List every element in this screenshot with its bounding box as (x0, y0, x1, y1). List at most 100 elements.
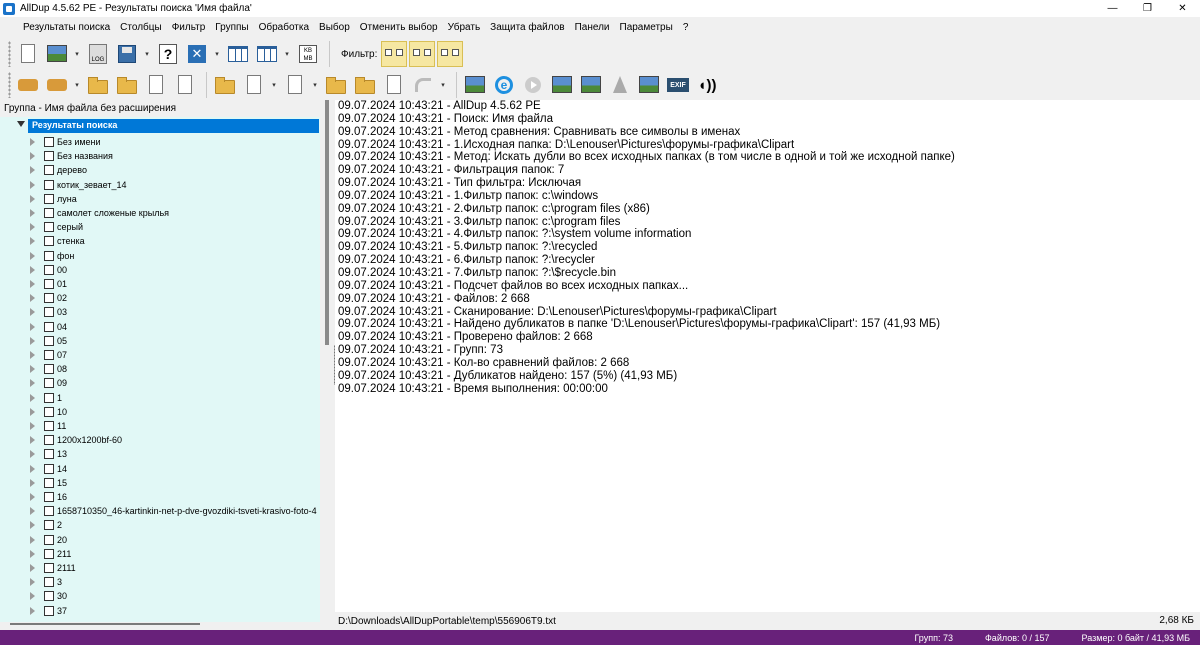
tree-item[interactable]: 13 (30, 447, 67, 461)
tree-item-checkbox[interactable] (44, 137, 54, 147)
tree-item-checkbox[interactable] (44, 193, 54, 204)
expand-icon[interactable] (30, 223, 35, 232)
select-dropdown[interactable]: ▾ (270, 72, 278, 98)
menu-panels[interactable]: Панели (570, 22, 615, 33)
menu-processing[interactable]: Обработка (254, 22, 314, 33)
help-button[interactable]: ? (155, 41, 181, 67)
log-button[interactable]: LOG (85, 41, 111, 67)
tree-item-checkbox[interactable] (44, 605, 54, 616)
save-button[interactable] (114, 41, 140, 67)
tree-item[interactable]: Без имени (30, 135, 101, 149)
tree-item-checkbox[interactable] (44, 165, 54, 176)
tree-item[interactable]: 08 (30, 362, 67, 376)
expand-icon[interactable] (30, 436, 35, 445)
download-button[interactable] (172, 72, 198, 98)
expand-icon[interactable] (30, 194, 35, 203)
tree-item[interactable]: 30 (30, 589, 67, 603)
tree-item[interactable]: 1200x1200bf-60 (30, 433, 122, 447)
move-dropdown[interactable]: ▾ (73, 72, 81, 98)
deselect-files-button[interactable] (282, 72, 308, 98)
tree-item-checkbox[interactable] (44, 435, 54, 446)
tree-item-checkbox[interactable] (44, 449, 54, 460)
tree-item-checkbox[interactable] (44, 350, 54, 360)
close-button[interactable]: ✕ (1165, 0, 1200, 17)
tree-item[interactable]: Без названия (30, 149, 113, 163)
toolbar-grip[interactable] (8, 41, 11, 67)
columns-layout-button[interactable] (225, 41, 251, 67)
tree-item-checkbox[interactable] (44, 279, 54, 289)
expand-icon[interactable] (30, 280, 35, 288)
expand-icon[interactable] (30, 393, 35, 402)
tree-item-checkbox[interactable] (44, 548, 54, 559)
tree-item-checkbox[interactable] (44, 151, 54, 162)
select-files-button[interactable] (241, 72, 267, 98)
audio-button[interactable]: ◖)) (694, 72, 720, 98)
tree-item-checkbox[interactable] (44, 208, 54, 218)
image-viewer-button[interactable] (462, 72, 488, 98)
image-preview-dropdown[interactable]: ▾ (73, 41, 81, 67)
tree-hscroll-thumb[interactable] (10, 623, 200, 625)
tree-item-checkbox[interactable] (44, 364, 54, 375)
tree-item-checkbox[interactable] (44, 406, 54, 417)
tree-item-checkbox[interactable] (44, 421, 54, 431)
expand-icon[interactable] (30, 578, 35, 587)
tree-item-checkbox[interactable] (44, 293, 54, 304)
expand-icon[interactable] (30, 351, 35, 359)
tree-item-checkbox[interactable] (44, 577, 54, 588)
remove-button[interactable]: ✕ (184, 41, 210, 67)
expand-icon[interactable] (30, 237, 35, 246)
tree-item-checkbox[interactable] (44, 563, 54, 573)
menu-deselect[interactable]: Отменить выбор (355, 22, 443, 33)
expand-icon[interactable] (30, 549, 35, 558)
tree-item[interactable]: самолет сложеные крылья (30, 206, 169, 220)
expand-icon[interactable] (30, 493, 35, 501)
tree-item[interactable]: 00 (30, 263, 67, 277)
tree-item[interactable]: 211 (30, 547, 71, 561)
exif-button[interactable]: EXIF (665, 72, 691, 98)
folder-move-button[interactable] (114, 72, 140, 98)
expand-icon[interactable] (30, 521, 35, 530)
tree-item[interactable]: 04 (30, 320, 67, 334)
move-forward-button[interactable] (44, 72, 70, 98)
expand-icon[interactable] (30, 308, 35, 317)
tree-item[interactable]: 02 (30, 291, 67, 305)
tree-scroll-thumb[interactable] (325, 100, 329, 345)
collapse-icon[interactable] (17, 121, 25, 127)
remove-dropdown[interactable]: ▾ (213, 41, 221, 67)
delete-results-button[interactable] (15, 41, 41, 67)
tree-item[interactable]: 2111 (30, 561, 76, 575)
tree-item-checkbox[interactable] (44, 520, 54, 531)
deselect-dropdown[interactable]: ▾ (311, 72, 319, 98)
panels-dropdown[interactable]: ▾ (283, 41, 291, 67)
tree-item-checkbox[interactable] (44, 506, 54, 517)
tree-item[interactable]: 1658710350_46-kartinkin-net-p-dve-gvozdi… (30, 504, 317, 518)
tree-item-checkbox[interactable] (44, 236, 54, 247)
menu-file-protection[interactable]: Защита файлов (485, 22, 569, 33)
picture-button[interactable] (549, 72, 575, 98)
tree-item[interactable]: 20 (30, 533, 67, 547)
tree-item-checkbox[interactable] (44, 378, 54, 389)
tree-item[interactable]: 1 (30, 391, 62, 405)
tree-item-checkbox[interactable] (44, 307, 54, 318)
menu-help[interactable]: ? (678, 22, 694, 33)
tree-item-checkbox[interactable] (44, 492, 54, 502)
expand-icon[interactable] (30, 606, 35, 615)
compare-button[interactable] (381, 72, 407, 98)
tree-item[interactable]: 11 (30, 419, 66, 433)
image-preview-button[interactable] (44, 41, 70, 67)
expand-icon[interactable] (30, 564, 35, 572)
expand-icon[interactable] (30, 464, 35, 473)
expand-icon[interactable] (30, 152, 35, 161)
tree-item[interactable]: стенка (30, 234, 85, 248)
tree-item-checkbox[interactable] (44, 534, 54, 545)
expand-icon[interactable] (30, 251, 35, 260)
expand-icon[interactable] (30, 450, 35, 459)
expand-icon[interactable] (30, 507, 35, 516)
tree-root-node[interactable]: Результаты поиска (28, 119, 319, 133)
tree-item[interactable]: дерево (30, 163, 87, 177)
size-units-button[interactable]: KB MB (295, 41, 321, 67)
undo-button[interactable] (410, 72, 436, 98)
menu-groups[interactable]: Группы (210, 22, 253, 33)
expand-icon[interactable] (30, 422, 35, 430)
expand-icon[interactable] (30, 209, 35, 217)
